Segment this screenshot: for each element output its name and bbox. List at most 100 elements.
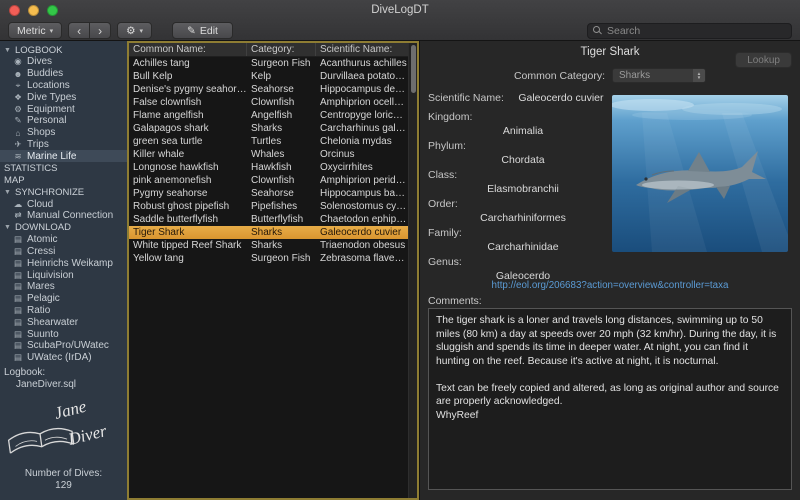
sidebar-item-cloud[interactable]: ☁ Cloud (0, 198, 127, 210)
sidebar-item-scubapro-uwatec[interactable]: ▤ ScubaPro/UWatec (0, 340, 127, 352)
sidebar-section-download[interactable]: ▼ DOWNLOAD (0, 222, 127, 234)
sidebar-item-dives[interactable]: ◉ Dives (0, 56, 127, 68)
dive-types-icon: ❖ (14, 91, 22, 102)
category-cell: Surgeon Fish (251, 58, 311, 69)
field-value: Galeocerdo cuvier (518, 92, 604, 104)
disclosure-triangle-icon[interactable]: ▼ (4, 47, 12, 54)
sidebar-item-label: Personal (27, 115, 67, 127)
sidebar-item-manual-connection[interactable]: ⇄ Manual Connection (0, 210, 127, 222)
comments-label: Comments: (428, 295, 482, 307)
sidebar-item-heinrichs-weikamp[interactable]: ▤ Heinrichs Weikamp (0, 257, 127, 269)
shearwater-icon: ▤ (13, 316, 23, 327)
column-header-scientific-name[interactable]: Scientific Name: (316, 43, 417, 56)
sidebar-item-suunto[interactable]: ▤ Suunto (0, 328, 127, 340)
table-header: Common Name: Category: Scientific Name: (129, 43, 417, 57)
minimize-button[interactable] (28, 5, 39, 16)
eol-link[interactable]: http://eol.org/206683?action=overview&co… (420, 280, 800, 291)
detail-fields: Scientific Name: Galeocerdo cuvier Kingdom… (428, 91, 618, 285)
mares-icon: ▤ (13, 281, 23, 292)
sidebar-item-shops[interactable]: ⌂ Shops (0, 127, 127, 139)
chevron-down-icon: ▾ (49, 27, 54, 35)
sidebar-item-ratio[interactable]: ▤ Ratio (0, 305, 127, 317)
sidebar-item-equipment[interactable]: ⚙ Equipment (0, 103, 127, 115)
sidebar-section-logbook[interactable]: ▼ LOGBOOK (0, 44, 127, 56)
sidebar-section-map[interactable]: MAP (0, 174, 127, 186)
sidebar-list: ▼ LOGBOOK ◉ Dives ☻ Buddies ⌖ Locations ❖ Dive Ty… (0, 41, 127, 364)
logbook-filename[interactable]: JaneDiver.sql (0, 378, 127, 390)
atomic-icon: ▤ (13, 234, 23, 245)
pencil-icon: ✎ (187, 24, 196, 37)
common-category-dropdown[interactable]: Sharks (612, 68, 707, 83)
sidebar-item-buddies[interactable]: ☻ Buddies (0, 68, 127, 80)
sidebar-item-liquivision[interactable]: ▤ Liquivision (0, 269, 127, 281)
edit-button[interactable]: ✎ Edit (172, 22, 233, 39)
dropdown-arrows-icon (693, 69, 706, 82)
sidebar-item-cressi[interactable]: ▤ Cressi (0, 246, 127, 258)
sidebar-item-marine-life[interactable]: ≋ Marine Life (0, 150, 127, 163)
scientific-name-cell: Carcharhinus galapagen... (320, 123, 408, 134)
disclosure-triangle-icon[interactable]: ▼ (4, 224, 12, 231)
table-row[interactable]: pink anemonefish Clownfish Amphiprion peri… (129, 174, 408, 187)
sidebar-item-shearwater[interactable]: ▤ Shearwater (0, 316, 127, 328)
table-row[interactable]: Flame angelfish Angelfish Centropyge loric… (129, 109, 408, 122)
comments-textarea[interactable]: The tiger shark is a loner and travels l… (428, 308, 792, 490)
category-cell: Clownfish (251, 175, 295, 186)
category-cell: Pipefishes (251, 201, 298, 212)
table-row[interactable]: Denise's pygmy seahorse Seahorse Hippocamp… (129, 83, 408, 96)
table-row[interactable]: Longnose hawkfish Hawkfish Oxycirrhites (129, 161, 408, 174)
sidebar-item-mares[interactable]: ▤ Mares (0, 281, 127, 293)
scrollbar-thumb[interactable] (411, 45, 416, 93)
common-name-cell: False clownfish (133, 97, 202, 108)
table-row[interactable]: Galapagos shark Sharks Carcharhinus galapa… (129, 122, 408, 135)
sidebar-item-dive-types[interactable]: ❖ Dive Types (0, 91, 127, 103)
table-row[interactable]: Yellow tang Surgeon Fish Zebrasoma flavesc… (129, 252, 408, 265)
sidebar-item-pelagic[interactable]: ▤ Pelagic (0, 293, 127, 305)
table-row[interactable]: Pygmy seahorse Seahorse Hippocampus bargib… (129, 187, 408, 200)
search-icon (593, 26, 602, 35)
column-header-common-name[interactable]: Common Name: (129, 43, 247, 56)
table-row[interactable]: green sea turtle Turtles Chelonia mydas (129, 135, 408, 148)
locations-icon: ⌖ (15, 79, 21, 90)
sidebar-item-label: Pelagic (27, 293, 60, 305)
column-header-category[interactable]: Category: (247, 43, 316, 56)
common-name-cell: Pygmy seahorse (133, 188, 208, 199)
forward-button[interactable]: › (89, 22, 112, 39)
sidebar-item-locations[interactable]: ⌖ Locations (0, 80, 127, 92)
table-row[interactable]: Killer whale Whales Orcinus (129, 148, 408, 161)
table-row[interactable]: White tipped Reef Shark Sharks Triaenodon … (129, 239, 408, 252)
category-cell: Kelp (251, 71, 272, 82)
table-row[interactable]: Tiger Shark Sharks Galeocerdo cuvier (129, 226, 408, 239)
table-row[interactable]: Achilles tang Surgeon Fish Acanthurus achi… (129, 57, 408, 70)
sidebar-section-statistics[interactable]: STATISTICS (0, 162, 127, 174)
metric-dropdown[interactable]: Metric ▾ (8, 22, 63, 39)
common-name-cell: pink anemonefish (133, 175, 212, 186)
table-row[interactable]: Saddle butterflyfish Butterflyfish Chaetod… (129, 213, 408, 226)
metric-dropdown-label: Metric (17, 24, 46, 37)
zoom-button[interactable] (47, 5, 58, 16)
action-gear-dropdown[interactable]: ⚙ ▾ (117, 22, 153, 39)
field-label-phylum: Phylum: (428, 140, 466, 152)
titlebar[interactable]: DiveLogDT (0, 0, 800, 20)
close-button[interactable] (9, 5, 20, 16)
lookup-button[interactable]: Lookup (735, 52, 792, 68)
sidebar-item-atomic[interactable]: ▤ Atomic (0, 234, 127, 246)
table-row[interactable]: Robust ghost pipefish Pipefishes Solenosto… (129, 200, 408, 213)
table-row[interactable]: Bull Kelp Kelp Durvillaea potatorum (129, 70, 408, 83)
sidebar-item-personal[interactable]: ✎ Personal (0, 115, 127, 127)
trips-icon: ✈ (14, 138, 22, 149)
disclosure-triangle-icon[interactable]: ▼ (4, 189, 12, 196)
sidebar-item-uwatec-irda[interactable]: ▤ UWatec (IrDA) (0, 352, 127, 364)
table-row[interactable]: False clownfish Clownfish Amphiprion ocell… (129, 96, 408, 109)
common-name-cell: Galapagos shark (133, 123, 209, 134)
table-scrollbar[interactable] (408, 43, 417, 498)
search-input[interactable] (607, 24, 786, 37)
search-field[interactable] (587, 22, 792, 39)
scientific-name-cell: Chelonia mydas (320, 136, 392, 147)
back-button[interactable]: ‹ (68, 22, 90, 39)
sidebar-item-label: Suunto (27, 328, 59, 340)
sidebar-section-synchronize[interactable]: ▼ SYNCHRONIZE (0, 186, 127, 198)
sidebar-item-trips[interactable]: ✈ Trips (0, 139, 127, 151)
sidebar-item-label: Mares (27, 281, 55, 293)
heinrichs-weikamp-icon: ▤ (13, 257, 23, 268)
jane-diver-logo: Jane Diver (0, 393, 127, 465)
